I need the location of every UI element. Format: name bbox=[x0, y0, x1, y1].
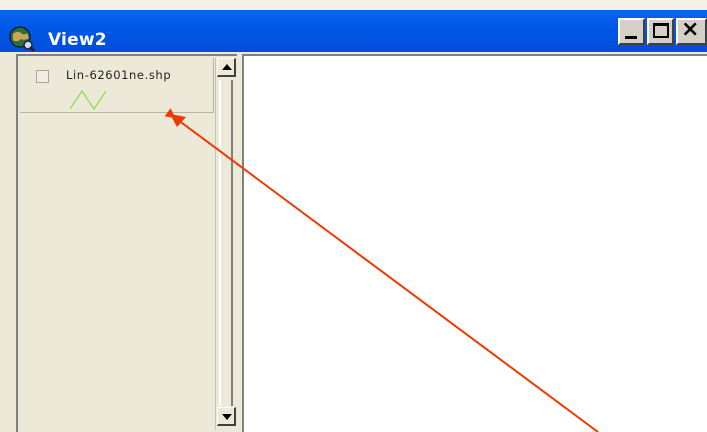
arrow-up-icon bbox=[222, 64, 232, 70]
arrow-down-icon bbox=[222, 414, 232, 420]
toc-vertical-scrollbar[interactable] bbox=[215, 58, 236, 430]
minimize-icon bbox=[625, 36, 637, 39]
view-globe-icon bbox=[9, 26, 35, 52]
window-top-edge bbox=[0, 0, 707, 10]
table-of-contents: Lin-62601ne.shp bbox=[16, 54, 237, 432]
scroll-up-button[interactable] bbox=[217, 58, 236, 77]
minimize-button[interactable] bbox=[618, 18, 645, 45]
theme-name: Lin-62601ne.shp bbox=[66, 68, 172, 82]
close-icon: × bbox=[681, 17, 700, 42]
close-button[interactable]: × bbox=[676, 17, 707, 45]
theme-visibility-checkbox[interactable] bbox=[36, 70, 49, 83]
window-title: View2 bbox=[48, 30, 107, 50]
view-window: View2 × Lin-62601ne.shp bbox=[0, 0, 707, 432]
theme-entry[interactable]: Lin-62601ne.shp bbox=[20, 58, 214, 113]
title-bar[interactable]: View2 bbox=[0, 10, 707, 52]
line-symbol-stroke bbox=[69, 89, 107, 110]
maximize-button[interactable] bbox=[647, 18, 674, 45]
scrollbar-track[interactable] bbox=[219, 80, 233, 406]
scroll-down-button[interactable] bbox=[217, 407, 236, 426]
line-symbol-icon bbox=[69, 89, 107, 110]
map-display-area[interactable] bbox=[242, 54, 707, 432]
maximize-icon bbox=[653, 23, 669, 38]
